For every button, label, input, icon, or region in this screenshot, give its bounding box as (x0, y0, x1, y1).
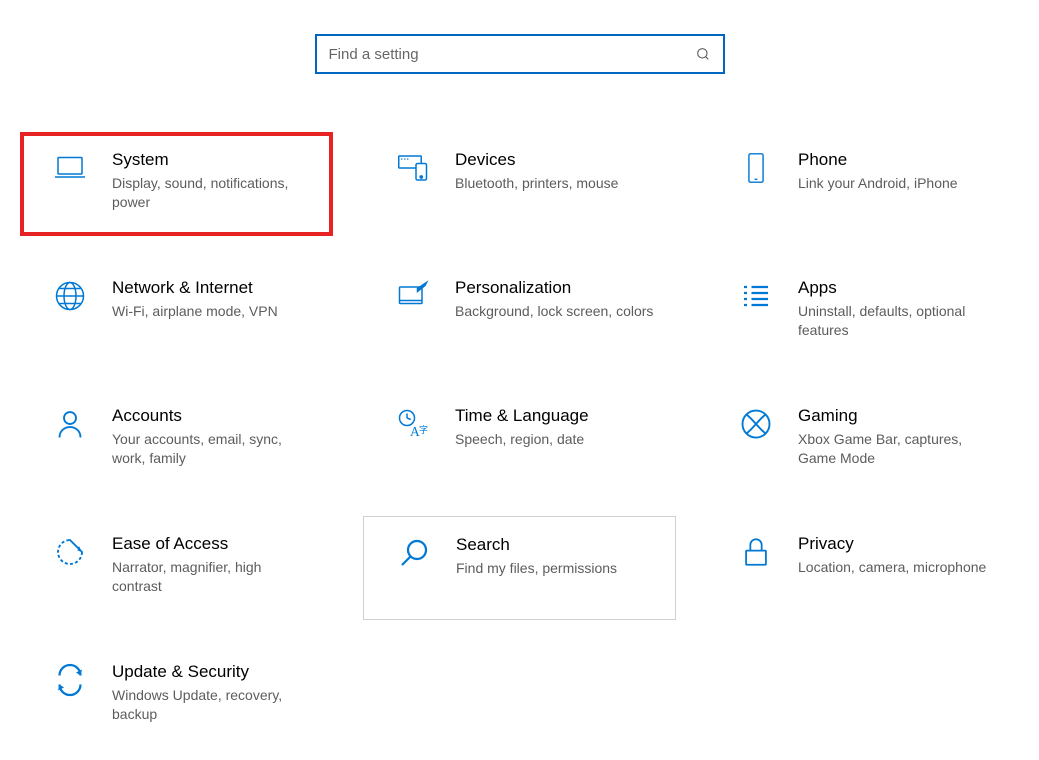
tile-desc: Narrator, magnifier, high contrast (112, 558, 312, 596)
svg-text:字: 字 (419, 424, 428, 435)
search-box[interactable] (315, 34, 725, 74)
tile-accounts[interactable]: Accounts Your accounts, email, sync, wor… (20, 388, 333, 492)
tile-desc: Speech, region, date (455, 430, 655, 449)
tile-desc: Bluetooth, printers, mouse (455, 174, 655, 193)
devices-icon (393, 148, 433, 188)
tile-gaming[interactable]: Gaming Xbox Game Bar, captures, Game Mod… (706, 388, 1019, 492)
globe-icon (50, 276, 90, 316)
search-input[interactable] (329, 46, 695, 63)
tile-system[interactable]: System Display, sound, notifications, po… (20, 132, 333, 236)
tile-title: Phone (798, 150, 1009, 170)
tile-desc: Display, sound, notifications, power (112, 174, 312, 212)
tile-title: Personalization (455, 278, 666, 298)
tile-title: Network & Internet (112, 278, 323, 298)
xbox-icon (736, 404, 776, 444)
tile-desc: Location, camera, microphone (798, 558, 998, 577)
tile-desc: Wi-Fi, airplane mode, VPN (112, 302, 312, 321)
tile-network[interactable]: Network & Internet Wi-Fi, airplane mode,… (20, 260, 333, 364)
tile-desc: Windows Update, recovery, backup (112, 686, 312, 724)
ease-icon (50, 532, 90, 572)
tile-title: Devices (455, 150, 666, 170)
tile-phone[interactable]: Phone Link your Android, iPhone (706, 132, 1019, 236)
tile-desc: Xbox Game Bar, captures, Game Mode (798, 430, 998, 468)
search-icon (695, 46, 711, 62)
tile-title: Time & Language (455, 406, 666, 426)
sync-icon (50, 660, 90, 700)
person-icon (50, 404, 90, 444)
time-language-icon: A 字 (393, 404, 433, 444)
tile-search[interactable]: Search Find my files, permissions (363, 516, 676, 620)
settings-grid: System Display, sound, notifications, po… (0, 74, 1039, 748)
laptop-icon (50, 148, 90, 188)
paint-icon (393, 276, 433, 316)
tile-title: Accounts (112, 406, 323, 426)
tile-update-security[interactable]: Update & Security Windows Update, recove… (20, 644, 333, 748)
tile-title: Privacy (798, 534, 1009, 554)
tile-title: System (112, 150, 323, 170)
tile-title: Update & Security (112, 662, 323, 682)
list-icon (736, 276, 776, 316)
tile-apps[interactable]: Apps Uninstall, defaults, optional featu… (706, 260, 1019, 364)
tile-desc: Background, lock screen, colors (455, 302, 655, 321)
magnifier-icon (394, 533, 434, 573)
tile-title: Ease of Access (112, 534, 323, 554)
tile-personalization[interactable]: Personalization Background, lock screen,… (363, 260, 676, 364)
tile-devices[interactable]: Devices Bluetooth, printers, mouse (363, 132, 676, 236)
lock-icon (736, 532, 776, 572)
tile-desc: Find my files, permissions (456, 559, 656, 578)
tile-title: Gaming (798, 406, 1009, 426)
tile-desc: Link your Android, iPhone (798, 174, 998, 193)
tile-title: Apps (798, 278, 1009, 298)
tile-title: Search (456, 535, 665, 555)
phone-icon (736, 148, 776, 188)
tile-ease-of-access[interactable]: Ease of Access Narrator, magnifier, high… (20, 516, 333, 620)
tile-time-language[interactable]: A 字 Time & Language Speech, region, date (363, 388, 676, 492)
tile-privacy[interactable]: Privacy Location, camera, microphone (706, 516, 1019, 620)
tile-desc: Uninstall, defaults, optional features (798, 302, 998, 340)
tile-desc: Your accounts, email, sync, work, family (112, 430, 312, 468)
